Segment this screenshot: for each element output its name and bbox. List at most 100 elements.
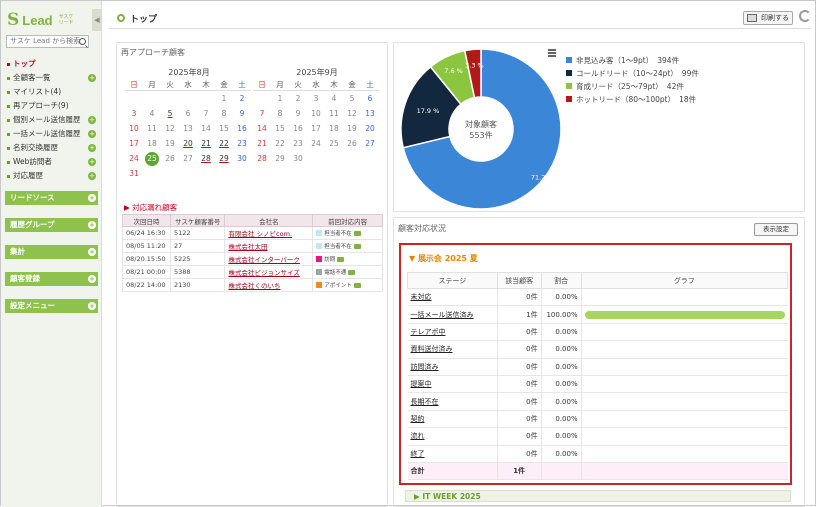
sidebar-item-7[interactable]: Web訪問者 + bbox=[6, 155, 98, 169]
calendar-day[interactable]: 20 bbox=[361, 121, 379, 136]
plus-icon[interactable]: + bbox=[88, 302, 96, 310]
logo[interactable]: S Lead サスケ リード bbox=[7, 10, 74, 30]
calendar-day[interactable]: 26 bbox=[343, 136, 361, 151]
calendar-day[interactable]: 31 bbox=[125, 166, 143, 181]
legend-item-2[interactable]: 育成リード（25〜79pt） 42件 bbox=[566, 81, 699, 94]
calendar-day[interactable]: 12 bbox=[161, 121, 179, 136]
calendar-day[interactable]: 7 bbox=[197, 106, 215, 121]
sidebar-item-8[interactable]: 対応履歴 + bbox=[6, 169, 98, 183]
print-button[interactable]: 印刷する bbox=[743, 11, 793, 25]
sidebar-section-1[interactable]: 履歴グループ + bbox=[5, 218, 98, 232]
calendar-day[interactable]: 14 bbox=[197, 121, 215, 136]
company-link[interactable]: 株式会社くのいち bbox=[224, 278, 314, 292]
search-input[interactable]: サスケ Lead から検索 bbox=[6, 35, 89, 48]
event-title-toggle[interactable]: ▼ 展示会 2025 夏 bbox=[409, 253, 478, 264]
sidebar-section-0[interactable]: リードソース + bbox=[5, 191, 98, 205]
sidebar-section-2[interactable]: 集計 + bbox=[5, 245, 98, 259]
table-row[interactable]: 08/21 00:00 5388 株式会社ビジョンサイズ 電話不通 bbox=[122, 265, 383, 279]
sidebar-item-3[interactable]: 再アプローチ(9) bbox=[6, 99, 98, 113]
calendar-day[interactable]: 13 bbox=[361, 106, 379, 121]
calendar-day[interactable]: 10 bbox=[125, 121, 143, 136]
plus-icon[interactable]: + bbox=[88, 144, 96, 152]
sidebar-item-2[interactable]: マイリスト(4) bbox=[6, 85, 98, 99]
stage-link[interactable]: 未対応 bbox=[407, 288, 498, 307]
calendar-day[interactable]: 29 bbox=[215, 151, 233, 166]
calendar-day[interactable]: 19 bbox=[343, 121, 361, 136]
comment-icon[interactable] bbox=[353, 230, 361, 236]
company-link[interactable]: 株式会社ビジョンサイズ bbox=[224, 265, 314, 279]
calendar-day[interactable]: 2 bbox=[233, 91, 251, 106]
calendar-day[interactable]: 14 bbox=[253, 121, 271, 136]
calendar-day[interactable]: 27 bbox=[179, 151, 197, 166]
calendar-day[interactable]: 16 bbox=[233, 121, 251, 136]
stage-link[interactable]: 流れ bbox=[407, 427, 498, 446]
calendar-day[interactable]: 22 bbox=[215, 136, 233, 151]
sidebar-item-0[interactable]: トップ bbox=[6, 57, 98, 71]
calendar-day[interactable]: 16 bbox=[289, 121, 307, 136]
table-row[interactable]: 06/24 16:30 5122 有限会社 シノビcom. 担当者不在 bbox=[122, 226, 383, 240]
comment-icon[interactable] bbox=[337, 256, 345, 262]
calendar-day[interactable]: 30 bbox=[289, 151, 307, 166]
sidebar-section-3[interactable]: 顧客登録 + bbox=[5, 272, 98, 286]
company-link[interactable]: 株式会社インターパーク bbox=[224, 252, 314, 266]
calendar-day[interactable]: 9 bbox=[233, 106, 251, 121]
sidebar-item-6[interactable]: 名刺交換履歴 + bbox=[6, 141, 98, 155]
calendar-day[interactable]: 5 bbox=[343, 91, 361, 106]
stage-link[interactable]: 終了 bbox=[407, 445, 498, 463]
plus-icon[interactable]: + bbox=[88, 248, 96, 256]
calendar-day[interactable]: 11 bbox=[325, 106, 343, 121]
plus-icon[interactable]: + bbox=[88, 172, 96, 180]
calendar-day[interactable]: 15 bbox=[271, 121, 289, 136]
calendar-day[interactable]: 3 bbox=[307, 91, 325, 106]
sidebar-section-4[interactable]: 設定メニュー + bbox=[5, 299, 98, 313]
event-it-week-toggle[interactable]: ▶ IT WEEK 2025 bbox=[405, 490, 791, 502]
comment-icon[interactable] bbox=[353, 282, 361, 288]
search-icon[interactable] bbox=[79, 38, 86, 45]
stage-link[interactable]: 一括メール送信済み bbox=[407, 305, 498, 324]
calendar-day[interactable]: 17 bbox=[307, 121, 325, 136]
calendar-day[interactable]: 25 bbox=[325, 136, 343, 151]
calendar-day[interactable]: 27 bbox=[361, 136, 379, 151]
calendar-day[interactable]: 26 bbox=[161, 151, 179, 166]
calendar-day[interactable]: 11 bbox=[143, 121, 161, 136]
comment-icon[interactable] bbox=[348, 269, 356, 275]
chart-menu-icon[interactable] bbox=[548, 49, 556, 58]
plus-icon[interactable]: + bbox=[88, 158, 96, 166]
calendar-day[interactable]: 28 bbox=[197, 151, 215, 166]
calendar-day[interactable]: 13 bbox=[179, 121, 197, 136]
calendar-day[interactable]: 17 bbox=[125, 136, 143, 151]
stage-link[interactable]: 契約 bbox=[407, 410, 498, 429]
stage-link[interactable]: 長期不在 bbox=[407, 392, 498, 411]
legend-item-0[interactable]: 非見込み客（1〜9pt） 394件 bbox=[566, 55, 699, 68]
table-row[interactable]: 08/22 14:00 2130 株式会社くのいち アポイント bbox=[122, 278, 383, 292]
comment-icon[interactable] bbox=[353, 243, 361, 249]
sidebar-item-4[interactable]: 個別メール送信履歴 + bbox=[6, 113, 98, 127]
calendar-day[interactable]: 30 bbox=[233, 151, 251, 166]
calendar-day[interactable]: 12 bbox=[343, 106, 361, 121]
stage-link[interactable]: 訪問済み bbox=[407, 358, 498, 376]
calendar-day[interactable]: 3 bbox=[125, 106, 143, 121]
table-row[interactable]: 08/20 15:50 5225 株式会社インターパーク 訪問 bbox=[122, 252, 383, 266]
company-link[interactable]: 有限会社 シノビcom. bbox=[224, 226, 314, 240]
calendar-day[interactable]: 19 bbox=[161, 136, 179, 151]
legend-item-3[interactable]: ホットリード（80〜100pt） 18件 bbox=[566, 94, 699, 107]
calendar-day[interactable]: 21 bbox=[253, 136, 271, 151]
sidebar-item-1[interactable]: 全顧客一覧 + bbox=[6, 71, 98, 85]
stage-link[interactable]: テレアポ中 bbox=[407, 323, 498, 342]
plus-icon[interactable]: + bbox=[88, 130, 96, 138]
plus-icon[interactable]: + bbox=[88, 194, 96, 202]
calendar-day[interactable]: 9 bbox=[289, 106, 307, 121]
calendar-day[interactable]: 4 bbox=[325, 91, 343, 106]
calendar-day[interactable]: 6 bbox=[361, 91, 379, 106]
stage-link[interactable]: 資料送付済み bbox=[407, 340, 498, 359]
calendar-day[interactable]: 18 bbox=[143, 136, 161, 151]
sidebar-collapse-button[interactable]: ◀ bbox=[92, 9, 102, 31]
legend-item-1[interactable]: コールドリード（10〜24pt） 99件 bbox=[566, 68, 699, 81]
calendar-day[interactable]: 20 bbox=[179, 136, 197, 151]
calendar-day[interactable]: 4 bbox=[143, 106, 161, 121]
calendar-day[interactable]: 8 bbox=[215, 106, 233, 121]
calendar-day[interactable]: 21 bbox=[197, 136, 215, 151]
calendar-day[interactable]: 18 bbox=[325, 121, 343, 136]
calendar-day[interactable]: 23 bbox=[289, 136, 307, 151]
plus-icon[interactable]: + bbox=[88, 275, 96, 283]
